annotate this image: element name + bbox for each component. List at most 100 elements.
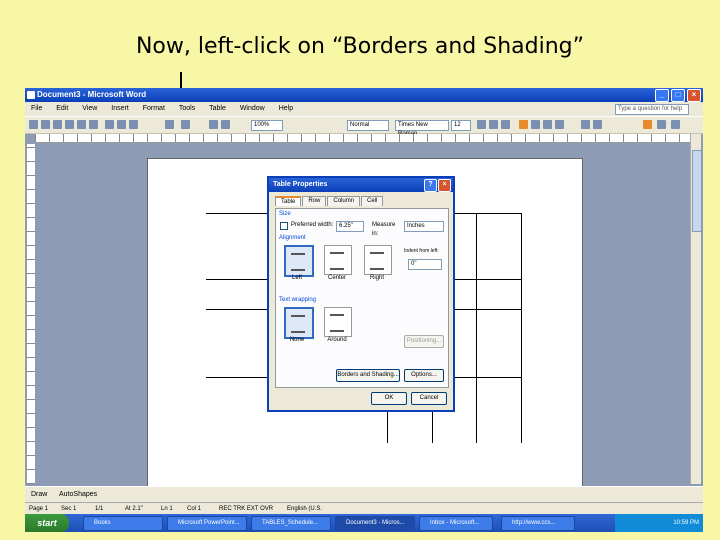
font-color-icon[interactable] [671, 120, 680, 129]
style-combo[interactable]: Normal [347, 120, 389, 131]
taskbar-item[interactable]: Microsoft PowerPoint... [167, 516, 247, 531]
numbering-icon[interactable] [581, 120, 590, 129]
font-size-combo[interactable]: 12 [451, 120, 471, 131]
window-title: Document3 - Microsoft Word [37, 90, 147, 99]
spelling-icon[interactable] [89, 120, 98, 129]
taskbar-item[interactable]: http://www.ccs... [501, 516, 575, 531]
options-button[interactable]: Options... [404, 369, 444, 382]
dialog-close-button[interactable]: × [438, 179, 451, 192]
print-preview-icon[interactable] [77, 120, 86, 129]
alignment-group-label: Alignment [279, 235, 306, 241]
toolbar: 100% Normal Times New Roman 12 [25, 116, 703, 137]
wrap-none-preview-icon [291, 315, 305, 333]
tab-table[interactable]: Table [275, 196, 302, 206]
measure-in-select[interactable]: Inches [404, 221, 444, 232]
text-wrapping-group-label: Text wrapping [279, 297, 317, 303]
indent-label: Indent from left: [404, 248, 439, 254]
borders-and-shading-button[interactable]: Borders and Shading... [336, 369, 400, 382]
align-left-option[interactable] [284, 245, 314, 277]
taskbar-item[interactable]: Books [83, 516, 163, 531]
dialog-help-button[interactable]: ? [424, 179, 437, 192]
font-combo[interactable]: Times New Roman [395, 120, 449, 137]
tab-column[interactable]: Column [327, 196, 361, 206]
menu-table[interactable]: Table [209, 105, 226, 112]
table-tab-panel: Size Preferred width: 6.25" Measure in: … [275, 208, 449, 388]
menu-window[interactable]: Window [240, 105, 265, 112]
zoom-combo[interactable]: 100% [251, 120, 283, 131]
align-right-option[interactable] [364, 245, 392, 275]
size-group-label: Size [279, 211, 291, 217]
slide-title: Now, left-click on “Borders and Shading” [135, 34, 585, 59]
bullets-icon[interactable] [593, 120, 602, 129]
draw-menu[interactable]: Draw [31, 491, 47, 498]
tab-cell[interactable]: Cell [361, 196, 384, 206]
ok-button[interactable]: OK [371, 392, 407, 405]
dialog-tabs: Table Row Column Cell [275, 196, 384, 206]
save-icon[interactable] [53, 120, 62, 129]
close-button[interactable]: × [687, 89, 701, 102]
wrap-around-preview-icon [330, 314, 344, 332]
preferred-width-checkbox[interactable] [280, 222, 288, 230]
menu-file[interactable]: File [31, 105, 42, 112]
redo-icon[interactable] [181, 120, 190, 129]
underline-icon[interactable] [501, 120, 510, 129]
show-hide-icon[interactable] [221, 120, 230, 129]
menu-edit[interactable]: Edit [56, 105, 68, 112]
scroll-thumb[interactable] [692, 150, 702, 232]
align-center-icon[interactable] [531, 120, 540, 129]
menu-view[interactable]: View [82, 105, 97, 112]
align-right-preview-icon [370, 252, 384, 270]
highlight-icon[interactable] [657, 120, 666, 129]
help-question-input[interactable]: Type a question for help [615, 104, 689, 115]
window-titlebar: Document3 - Microsoft Word _ □ × [25, 88, 703, 102]
print-icon[interactable] [65, 120, 74, 129]
align-right-icon[interactable] [543, 120, 552, 129]
align-left-icon[interactable] [519, 120, 528, 129]
wrap-around-label: Around [327, 337, 347, 343]
wrap-none-option[interactable] [284, 307, 314, 339]
maximize-button[interactable]: □ [671, 89, 685, 102]
vertical-scrollbar[interactable] [690, 134, 702, 484]
menu-bar: File Edit View Insert Format Tools Table… [25, 102, 703, 116]
menu-help[interactable]: Help [279, 105, 293, 112]
windows-taskbar: start Books Microsoft PowerPoint... TABL… [25, 514, 703, 532]
taskbar-item[interactable]: Inbox - Microsoft... [419, 516, 493, 531]
table-properties-dialog: Table Properties ? × Table Row Column Ce… [267, 176, 455, 412]
open-icon[interactable] [41, 120, 50, 129]
menu-format[interactable]: Format [143, 105, 165, 112]
word-app-icon [27, 91, 35, 99]
clock: 10:59 PM [673, 520, 699, 526]
align-center-option[interactable] [324, 245, 352, 275]
autoshapes-menu[interactable]: AutoShapes [59, 491, 97, 498]
menu-insert[interactable]: Insert [111, 105, 129, 112]
menu-tools[interactable]: Tools [179, 105, 195, 112]
table-icon[interactable] [209, 120, 218, 129]
dialog-titlebar: Table Properties ? × [269, 178, 453, 192]
italic-icon[interactable] [489, 120, 498, 129]
wrap-around-option[interactable] [324, 307, 352, 337]
paste-icon[interactable] [129, 120, 138, 129]
table-border [476, 213, 477, 443]
new-document-icon[interactable] [29, 120, 38, 129]
horizontal-ruler [35, 134, 695, 143]
copy-icon[interactable] [117, 120, 126, 129]
cancel-button[interactable]: Cancel [411, 392, 447, 405]
bold-icon[interactable] [477, 120, 486, 129]
taskbar-item[interactable]: TABLES_Schedule... [251, 516, 331, 531]
justify-icon[interactable] [555, 120, 564, 129]
minimize-button[interactable]: _ [655, 89, 669, 102]
drawing-toolbar: Draw AutoShapes [25, 486, 703, 503]
positioning-button[interactable]: Positioning... [404, 335, 444, 348]
tab-row[interactable]: Row [302, 196, 327, 206]
borders-icon[interactable] [643, 120, 652, 129]
taskbar-item[interactable]: Document3 - Micros... [335, 516, 415, 531]
system-tray: 10:59 PM [615, 514, 703, 532]
undo-icon[interactable] [165, 120, 174, 129]
indent-input[interactable]: 0" [408, 259, 442, 270]
cut-icon[interactable] [105, 120, 114, 129]
align-left-label: Left [291, 275, 302, 281]
align-right-label: Right [369, 275, 384, 281]
preferred-width-input[interactable]: 6.25" [336, 221, 364, 232]
start-button[interactable]: start [25, 514, 69, 532]
word-screenshot: Document3 - Microsoft Word _ □ × File Ed… [25, 88, 703, 532]
